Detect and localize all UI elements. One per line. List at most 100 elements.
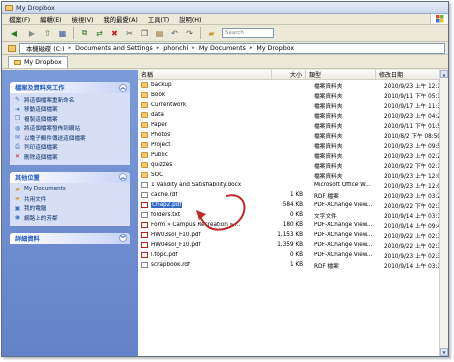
- task-label: 移動這個檔案: [24, 107, 58, 114]
- pdf-file-icon: [141, 252, 148, 258]
- file-date: 2010/9/11 下午 01:59: [384, 123, 445, 130]
- file-date: 2010/9/23 上午 02:29: [384, 153, 445, 160]
- table-row[interactable]: l.fopc.pdf 0 KB PDF-XChange View... 2010/9/…: [138, 250, 448, 260]
- menu-help[interactable]: 說明(H): [174, 15, 206, 24]
- panel-header[interactable]: 詳細資料 ︾: [10, 232, 130, 244]
- paste-button[interactable]: ▤: [153, 27, 166, 39]
- file-rows: backup 檔案資料夾 2010/9/23 上午 12:13 Book 檔案資料夾 20…: [138, 80, 448, 270]
- table-row[interactable]: HW04sol_F10.pdf 1,359 KB PDF-XChange View.…: [138, 240, 448, 250]
- menu-tools[interactable]: 工具(T): [143, 15, 174, 24]
- scroll-down-icon[interactable]: ▼: [440, 348, 448, 356]
- breadcrumb-item[interactable]: My Dropbox: [253, 45, 297, 52]
- table-row[interactable]: folders.txt 0 KB 文字文件 2010/9/14 上午 03:19: [138, 210, 448, 220]
- search-input[interactable]: Search: [222, 28, 274, 38]
- chevron-up-icon[interactable]: ︽: [119, 83, 127, 92]
- table-row[interactable]: Project 檔案資料夾 2010/9/23 上午 09:54: [138, 140, 448, 150]
- task-link[interactable]: ▣ 我的電腦: [14, 204, 126, 214]
- copy-button[interactable]: ❐: [138, 27, 151, 39]
- menu-favorites[interactable]: 我的最愛(A): [98, 15, 142, 24]
- menu-edit[interactable]: 編輯(E): [35, 15, 67, 24]
- undo-button[interactable]: ↶: [168, 27, 181, 39]
- vertical-scrollbar[interactable]: ▲ ▼: [439, 70, 448, 356]
- folder-icon: [141, 132, 148, 138]
- task-link[interactable]: ❐ 複製這個檔案: [14, 114, 126, 124]
- table-row[interactable]: scrapbook.rdf 1 KB RDF 檔案 2010/9/14 上午 03:1…: [138, 260, 448, 270]
- views-button[interactable]: ▦: [56, 27, 69, 39]
- task-link[interactable]: ✕ 刪除這個檔案: [14, 152, 126, 162]
- chevron-up-icon[interactable]: ︽: [119, 173, 127, 181]
- up-folder-button[interactable]: ⇧: [41, 27, 54, 39]
- file-name-cell: Public: [138, 152, 272, 158]
- undo-icon: ↶: [171, 28, 178, 38]
- file-type: PDF-XChange View...: [314, 202, 373, 208]
- column-header-date[interactable]: 修改日期: [376, 70, 448, 79]
- file-name-cell: quizzes: [138, 162, 272, 168]
- copy-icon: ❐: [140, 28, 149, 38]
- tab-my-dropbox[interactable]: My Dropbox: [8, 56, 68, 68]
- title-bar[interactable]: My Dropbox: [2, 2, 448, 14]
- file-name-cell: cache.rdf: [138, 192, 272, 198]
- places-list: ▰ My Documents ▰ 共用文件 ▣ 我的電腦 ◉ 網路上的芳鄰: [10, 183, 130, 226]
- panel-title: 其他位置: [15, 174, 40, 182]
- column-header-size[interactable]: 大小: [272, 70, 306, 79]
- column-header-type[interactable]: 類型: [306, 70, 376, 79]
- file-size: 180 KB: [282, 222, 303, 228]
- table-row[interactable]: HW03sol_F10.pdf 1,153 KB PDF-XChange View.…: [138, 230, 448, 240]
- table-row[interactable]: Photos 檔案資料夾 2010/8/2 下午 08:50: [138, 130, 448, 140]
- redo-button[interactable]: ↷: [183, 27, 196, 39]
- task-link[interactable]: ➜ 移動這個檔案: [14, 105, 126, 115]
- move-to-button[interactable]: ⇄: [93, 27, 106, 39]
- table-row[interactable]: Currentwork 檔案資料夾 2010/9/17 上午 11:37: [138, 100, 448, 110]
- back-button[interactable]: ◀: [5, 27, 23, 39]
- task-link[interactable]: ✎ 將這個檔案重新命名: [14, 95, 126, 105]
- task-link[interactable]: ✉ 以電子郵件傳送這個檔案: [14, 133, 126, 143]
- copy-to-button[interactable]: ⧉: [78, 27, 91, 39]
- scroll-up-icon[interactable]: ▲: [440, 70, 448, 78]
- breadcrumb-item[interactable]: Documents and Settings: [72, 45, 156, 52]
- file-date: 2010/9/22 下午 02:31: [384, 203, 445, 210]
- folders-button[interactable]: ▰: [205, 27, 218, 39]
- table-row[interactable]: data 檔案資料夾 2010/9/23 上午 04:26: [138, 110, 448, 120]
- forward-button[interactable]: ▶: [25, 27, 39, 39]
- table-row[interactable]: 1 Validity and Satisfiability.docx Micros…: [138, 180, 448, 190]
- breadcrumb-item[interactable]: My Documents: [196, 45, 249, 52]
- table-row[interactable]: cache.rdf 1 KB RDF 檔案 2010/9/23 上午 03:22: [138, 190, 448, 200]
- file-name: Project: [151, 142, 171, 148]
- other-places-panel: 其他位置 ︽ ▰ My Documents ▰ 共用文件 ▣ 我的電腦 ◉ 網路上的芳鄰: [10, 171, 130, 226]
- task-link[interactable]: ◍ 將這個檔案發佈到網站: [14, 124, 126, 134]
- tab-label: My Dropbox: [24, 59, 62, 66]
- cut-button[interactable]: ✂: [123, 27, 136, 39]
- file-date: 2010/9/23 上午 12:05: [384, 173, 445, 180]
- table-row[interactable]: Chap2.pdf 584 KB PDF-XChange View... 2010/9…: [138, 200, 448, 210]
- table-row[interactable]: Form » Campus Recreation » ... 180 KB PDF-…: [138, 220, 448, 230]
- task-label: 以電子郵件傳送這個檔案: [24, 135, 86, 142]
- breadcrumb: 本機磁碟 (C:) ▸ Documents and Settings ▸ pho…: [19, 42, 445, 54]
- delete-button[interactable]: ✖: [108, 27, 121, 39]
- table-row[interactable]: quizzes 檔案資料夾 2010/9/22 下午 02:14: [138, 160, 448, 170]
- table-row[interactable]: backup 檔案資料夾 2010/9/23 上午 12:13: [138, 80, 448, 90]
- breadcrumb-item[interactable]: 本機磁碟 (C:): [23, 44, 68, 53]
- file-date: 2010/9/23 上午 12:13: [384, 83, 445, 90]
- file-name: backup: [151, 82, 172, 88]
- task-link[interactable]: ▰ 共用文件: [14, 194, 126, 204]
- table-row[interactable]: Book 檔案資料夾 2010/9/11 下午 05:15: [138, 90, 448, 100]
- panel-header[interactable]: 其他位置 ︽: [10, 171, 130, 183]
- panel-header[interactable]: 檔案及資料夾工作 ︽: [10, 82, 130, 93]
- menu-file[interactable]: 檔案(F): [4, 15, 35, 24]
- table-row[interactable]: Paper 檔案資料夾 2010/9/11 下午 01:59: [138, 120, 448, 130]
- panel-title: 檔案及資料夾工作: [15, 85, 65, 92]
- file-type: 檔案資料夾: [314, 153, 343, 160]
- file-type: PDF-XChange View...: [314, 242, 373, 248]
- table-row[interactable]: SOC 檔案資料夾 2010/9/23 上午 12:05: [138, 170, 448, 180]
- task-link[interactable]: ◉ 網路上的芳鄰: [14, 213, 126, 223]
- tab-strip: My Dropbox: [2, 55, 448, 69]
- column-header-name[interactable]: 名稱: [138, 70, 272, 79]
- task-link[interactable]: ▰ My Documents: [14, 185, 126, 195]
- table-row[interactable]: Public 檔案資料夾 2010/9/23 上午 02:29: [138, 150, 448, 160]
- file-name: Book: [151, 92, 166, 98]
- task-link[interactable]: ⎙ 列印這個檔案: [14, 143, 126, 153]
- menu-view[interactable]: 檢視(V): [67, 15, 99, 24]
- file-name: 1 Validity and Satisfiability.docx: [151, 182, 242, 188]
- chevron-down-icon[interactable]: ︾: [119, 234, 127, 242]
- breadcrumb-item[interactable]: phonchi: [160, 45, 191, 52]
